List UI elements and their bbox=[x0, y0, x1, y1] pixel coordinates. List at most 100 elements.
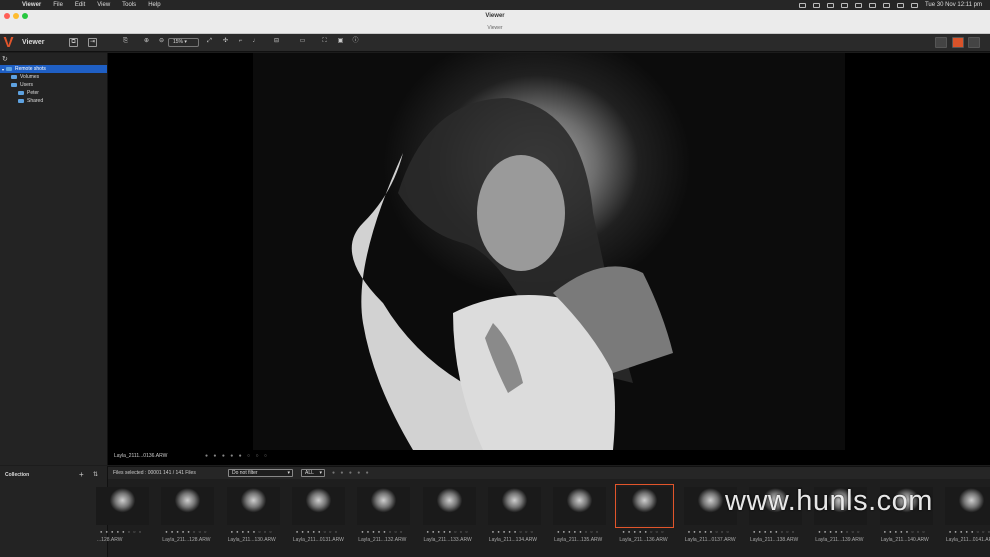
thumbnail-rating[interactable]: ● ● ● ● ● ○ ○ ○ bbox=[949, 529, 990, 534]
flag-icon[interactable]: ♩ bbox=[251, 38, 260, 47]
collection-panel: Collection + ⇅ bbox=[0, 466, 108, 557]
folder-icon bbox=[6, 67, 12, 71]
thumbnail-rating[interactable]: ● ● ● ● ● ○ ○ ○ bbox=[296, 529, 338, 534]
menu-viewer[interactable]: Viewer bbox=[22, 2, 41, 8]
thumbnail-filename: Layla_211...138.ARW bbox=[750, 537, 799, 543]
thumbnail[interactable]: ● ● ● ● ● ○ ○ ○ Layla_211...136.ARW bbox=[615, 484, 675, 543]
info-icon[interactable]: ⓘ bbox=[351, 38, 360, 47]
menu-view[interactable]: View bbox=[97, 2, 110, 8]
tree-item-volumes[interactable]: Volumes bbox=[0, 73, 107, 81]
rating-select[interactable]: ALL ▾ bbox=[301, 469, 325, 477]
thumbnail-rating[interactable]: ● ● ● ● ● ○ ○ ○ bbox=[818, 529, 860, 534]
thumbnail-rating[interactable]: ● ● ● ● ● ○ ○ ○ bbox=[753, 529, 795, 534]
app-name: Viewer bbox=[22, 39, 45, 46]
zoom-in-icon[interactable]: ⊕ bbox=[142, 38, 151, 47]
crop-icon[interactable]: ⌐ bbox=[236, 38, 245, 47]
folder-icon bbox=[18, 99, 24, 103]
watermark-text: www.hunls.com bbox=[725, 485, 933, 517]
tree-item-shared[interactable]: Shared bbox=[0, 97, 107, 105]
thumbnail[interactable]: ● ● ● ● ● ○ ○ ○ Layla_211...135.ARW bbox=[553, 487, 607, 543]
export-icon[interactable]: ⇥ bbox=[88, 38, 97, 47]
zoom-level-select[interactable]: 15% ▾ bbox=[168, 38, 199, 47]
thumbnail-rating[interactable]: ● ● ● ● ● ○ ○ ○ bbox=[427, 529, 469, 534]
thumbnail-image bbox=[553, 487, 607, 525]
rotate-icon[interactable]: ⎘ bbox=[121, 38, 130, 47]
thumbnail[interactable]: ● ● ● ● ● ○ ○ ○ Layla_211...132.ARW bbox=[357, 487, 411, 543]
menu-file[interactable]: File bbox=[53, 2, 63, 8]
thumbnail[interactable]: ● ● ● ● ● ○ ○ ○ Layla_211...130.ARW bbox=[226, 487, 280, 543]
menu-edit[interactable]: Edit bbox=[75, 2, 85, 8]
image-viewer[interactable]: Layla_2111...0136.ARW ● ● ● ● ● ○ ○ ○ bbox=[108, 53, 990, 465]
thumbnail-rating[interactable]: ● ● ● ● ● ○ ○ ○ bbox=[361, 529, 403, 534]
split-view-button[interactable] bbox=[968, 37, 980, 48]
thumbnail-rating[interactable]: ● ● ● ● ● ○ ○ ○ bbox=[100, 529, 142, 534]
thumbnail-filename: Layla_211...0141.ARW bbox=[945, 537, 990, 543]
thumbnail-filename: Layla_211...135.ARW bbox=[554, 537, 603, 543]
thumbnail[interactable]: ● ● ● ● ● ○ ○ ○ Layla_211...128.ARW bbox=[161, 487, 215, 543]
search-icon[interactable] bbox=[896, 2, 904, 8]
sort-collection-icon[interactable]: ⇅ bbox=[93, 471, 98, 478]
folder-icon bbox=[11, 83, 17, 87]
thumbnail-rating[interactable]: ● ● ● ● ● ○ ○ ○ bbox=[884, 529, 926, 534]
thumbnail-filename: Layla_211...139.ARW bbox=[815, 537, 864, 543]
filter-select[interactable]: Do not filter ▾ bbox=[228, 469, 293, 477]
thumbnail-filename: Layla_211...130.ARW bbox=[227, 537, 276, 543]
refresh-icon[interactable]: ↻ bbox=[2, 55, 8, 63]
main-photo[interactable] bbox=[253, 53, 845, 450]
clock[interactable]: Tue 30 Nov 12:11 pm bbox=[925, 2, 982, 8]
image-icon[interactable]: ▣ bbox=[336, 38, 345, 47]
fill-icon[interactable]: ✣ bbox=[221, 38, 230, 47]
thumbnail-filename: Layla_211...134.ARW bbox=[488, 537, 537, 543]
sync-status-icon[interactable] bbox=[826, 2, 834, 8]
grid-view-button[interactable] bbox=[935, 37, 947, 48]
fit-icon[interactable]: ⤢ bbox=[205, 38, 214, 47]
window-title: Viewer bbox=[485, 13, 505, 19]
menu-bar: Viewer File Edit View Tools Help Tue 30 … bbox=[0, 0, 990, 10]
thumbnail-image bbox=[357, 487, 411, 525]
window-subtitle: Viewer bbox=[487, 25, 503, 31]
thumbnail-rating[interactable]: ● ● ● ● ● ○ ○ ○ bbox=[165, 529, 207, 534]
thumbnail-rating[interactable]: ● ● ● ● ● ○ ○ ○ bbox=[492, 529, 534, 534]
files-selected-status: Files selected : 00001 141 / 141 Files bbox=[113, 470, 196, 476]
thumbnail-rating[interactable]: ● ● ● ● ● ○ ○ ○ bbox=[231, 529, 273, 534]
camera-status-icon[interactable] bbox=[798, 2, 806, 8]
thumbnail-filename: Layla_211...0137.ARW bbox=[684, 537, 736, 543]
folder-icon bbox=[18, 91, 24, 95]
tree-item-peter[interactable]: Peter bbox=[0, 89, 107, 97]
rating-select-value: ALL bbox=[305, 470, 314, 476]
thumbnail-rating[interactable]: ● ● ● ● ● ○ ○ ○ bbox=[557, 529, 599, 534]
tree-item-remote-shots[interactable]: ▾ Remote shots bbox=[0, 65, 107, 73]
rating-dots[interactable]: ● ● ● ● ● ○ ○ ○ bbox=[205, 453, 269, 459]
folder-tree: ▾ Remote shots Volumes Users Peter Shared bbox=[0, 65, 107, 105]
rating-filter-dots[interactable]: ● ● ● ● ● bbox=[332, 470, 371, 476]
folder-icon bbox=[11, 75, 17, 79]
thumbnail-image bbox=[487, 487, 541, 525]
thumbnail-rating[interactable]: ● ● ● ● ● ○ ○ ○ bbox=[688, 529, 730, 534]
thumbnail[interactable]: ● ● ● ● ● ○ ○ ○ Layla_211...134.ARW bbox=[487, 487, 541, 543]
wifi-icon[interactable] bbox=[882, 2, 890, 8]
menu-help[interactable]: Help bbox=[148, 2, 160, 8]
zoom-out-icon[interactable]: ⊖ bbox=[157, 38, 166, 47]
thumbnail[interactable]: ● ● ● ● ● ○ ○ ○ ...128.ARW bbox=[96, 487, 149, 543]
thumbnail-rating[interactable]: ● ● ● ● ● ○ ○ ○ bbox=[622, 529, 664, 534]
control-center-icon[interactable] bbox=[910, 2, 918, 8]
add-collection-icon[interactable]: + bbox=[79, 470, 84, 479]
menu-tools[interactable]: Tools bbox=[122, 2, 136, 8]
main-toolbar: V Viewer ⧉ ⇥ ⎘ ⊕ ⊖ 15% ▾ ⤢ ✣ ⌐ ♩ ⊟ ▭ ⛶ ▣… bbox=[0, 34, 990, 52]
fullscreen-icon[interactable]: ⛶ bbox=[320, 38, 329, 47]
battery-icon[interactable] bbox=[868, 2, 876, 8]
display-status-icon[interactable] bbox=[840, 2, 848, 8]
compare-icon[interactable]: ⊟ bbox=[272, 38, 281, 47]
bluetooth-icon[interactable] bbox=[854, 2, 862, 8]
thumbnail[interactable]: ● ● ● ● ● ○ ○ ○ Layla_211...0141.ARW bbox=[944, 487, 990, 543]
tree-item-users[interactable]: Users bbox=[0, 81, 107, 89]
slideshow-icon[interactable]: ▭ bbox=[298, 38, 307, 47]
thumbnail[interactable]: ● ● ● ● ● ○ ○ ○ Layla_211...133.ARW bbox=[422, 487, 476, 543]
thumbnail[interactable]: ● ● ● ● ● ○ ○ ○ Layla_211...0131.ARW bbox=[291, 487, 345, 543]
filmstrip-toolbar: Files selected : 00001 141 / 141 Files D… bbox=[108, 466, 990, 479]
thumbnail-image bbox=[291, 487, 345, 525]
viewer-mode-button[interactable] bbox=[952, 37, 964, 48]
import-icon[interactable]: ⧉ bbox=[69, 38, 78, 47]
cloud-status-icon[interactable] bbox=[812, 2, 820, 8]
tree-item-label: Peter bbox=[27, 90, 39, 96]
